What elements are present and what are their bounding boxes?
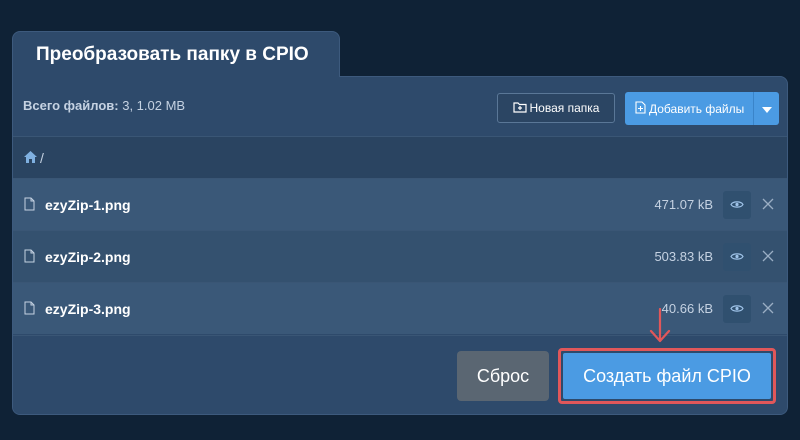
add-files-label: Добавить файлы: [649, 101, 745, 116]
toolbar: Всего файлов: 3, 1.02 MB Новая папка Доб…: [13, 77, 787, 136]
preview-button[interactable]: [723, 243, 751, 271]
eye-icon: [730, 300, 744, 318]
file-icon: [24, 249, 35, 268]
remove-file-icon[interactable]: [761, 301, 775, 315]
tab-convert-folder[interactable]: Преобразовать папку в CPIO: [12, 31, 340, 77]
file-name: ezyZip-2.png: [45, 248, 131, 265]
eye-icon: [730, 196, 744, 214]
eye-icon: [730, 248, 744, 266]
breadcrumb: /: [13, 136, 787, 178]
preview-button[interactable]: [723, 295, 751, 323]
add-files-dropdown-toggle[interactable]: [754, 102, 779, 116]
remove-file-icon[interactable]: [761, 197, 775, 211]
add-files-button[interactable]: Добавить файлы: [625, 92, 779, 125]
arrow-down-icon: [649, 307, 671, 349]
new-folder-button[interactable]: Новая папка: [497, 93, 615, 123]
file-size: 471.07 kB: [654, 197, 713, 212]
reset-button[interactable]: Сброс: [457, 351, 549, 401]
reset-label: Сброс: [476, 365, 530, 386]
file-plus-icon: [635, 100, 646, 117]
remove-file-icon[interactable]: [761, 249, 775, 263]
create-cpio-button[interactable]: Создать файл CPIO: [563, 353, 771, 399]
file-row: ezyZip-2.png 503.83 kB: [13, 230, 787, 282]
file-icon: [24, 301, 35, 320]
create-button-highlight: Создать файл CPIO: [558, 348, 776, 404]
file-total-value: 3, 1.02 MB: [122, 98, 186, 113]
tab-title: Преобразовать папку в CPIO: [36, 43, 309, 65]
folder-plus-icon: [512, 101, 527, 116]
create-label: Создать файл CPIO: [583, 365, 751, 386]
preview-button[interactable]: [723, 191, 751, 219]
breadcrumb-separator: /: [40, 149, 44, 166]
caret-down-icon: [761, 102, 772, 116]
file-icon: [24, 197, 35, 216]
home-icon[interactable]: [24, 150, 37, 166]
file-name: ezyZip-3.png: [45, 300, 131, 317]
file-total-label: Всего файлов:: [23, 98, 119, 113]
file-size: 503.83 kB: [654, 249, 713, 264]
file-panel: Всего файлов: 3, 1.02 MB Новая папка Доб…: [12, 76, 788, 415]
file-total: Всего файлов: 3, 1.02 MB: [23, 98, 185, 113]
file-name: ezyZip-1.png: [45, 196, 131, 213]
new-folder-label: Новая папка: [529, 101, 600, 115]
file-row: ezyZip-1.png 471.07 kB: [13, 178, 787, 230]
